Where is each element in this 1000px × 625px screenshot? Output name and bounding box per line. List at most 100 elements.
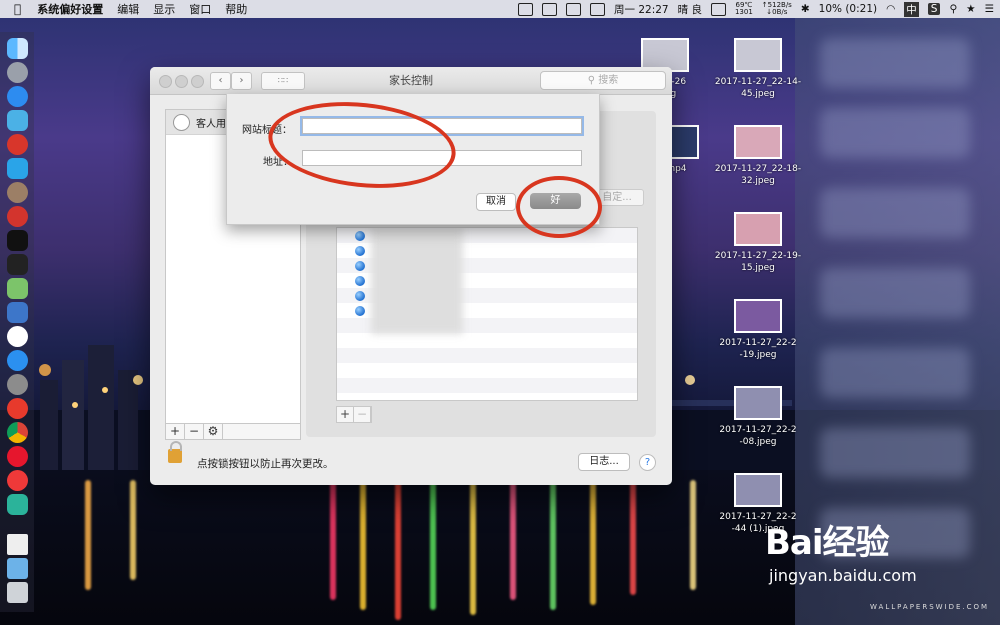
launchpad-icon[interactable]: [7, 62, 28, 83]
network-readout[interactable]: ↑512B/s ↓0B/s: [762, 2, 792, 16]
app-store-icon[interactable]: [7, 350, 28, 371]
blurred-item: [820, 108, 970, 158]
light-reflection: [130, 480, 136, 580]
spotlight-icon[interactable]: ⚲: [949, 3, 957, 15]
battery-text[interactable]: 10% (0:21): [819, 3, 877, 15]
logs-button[interactable]: 日志...: [578, 453, 630, 471]
window-titlebar[interactable]: ‹ › ∷∷ 家长控制 ⚲ 搜索: [150, 67, 672, 95]
light-reflection: [550, 480, 556, 610]
sogou-icon[interactable]: S: [927, 3, 941, 15]
help-button[interactable]: ?: [639, 454, 656, 471]
file-name: 2017-11-27_22-2 -08.jpeg: [719, 425, 797, 447]
menu-bar:  系统偏好设置 编辑 显示 窗口 帮助 周一 22:27 晴 良 69℃130…: [0, 0, 1000, 18]
table-row[interactable]: [337, 393, 637, 400]
file-thumbnail: [734, 212, 782, 246]
vivaldi-icon[interactable]: [7, 470, 28, 491]
user-avatar-icon: [173, 114, 190, 131]
desktop-file[interactable]: 2017-11-27_22-18- 32.jpeg: [713, 125, 803, 187]
system-preferences-icon[interactable]: [7, 374, 28, 395]
table-row[interactable]: [337, 363, 637, 378]
safari-icon[interactable]: [7, 86, 28, 107]
table-row[interactable]: [337, 348, 637, 363]
document-icon[interactable]: [7, 534, 28, 555]
search-icon: ⚲: [587, 75, 596, 86]
desktop-file[interactable]: 2017-11-27_22-19- 15.jpeg: [713, 212, 803, 274]
activity-monitor-icon[interactable]: [7, 230, 28, 251]
display-icon[interactable]: [566, 2, 582, 16]
photobooth-icon[interactable]: [7, 110, 28, 131]
desktop-file[interactable]: 2017-11-27_22-2 -19.jpeg: [713, 299, 803, 361]
input-method-indicator[interactable]: 中: [904, 1, 919, 17]
search-field[interactable]: ⚲ 搜索: [540, 71, 666, 90]
yandex-icon[interactable]: [7, 398, 28, 419]
finder-icon[interactable]: [7, 38, 28, 59]
globe-icon: [355, 246, 365, 256]
app-teal-icon[interactable]: [7, 494, 28, 515]
window-layout-icon[interactable]: [590, 2, 606, 16]
baidu-watermark: Bai经验 jingyan.baidu.com: [765, 515, 917, 585]
monitor-icon[interactable]: [542, 2, 558, 16]
annotation-oval-ok: [516, 176, 602, 238]
weather-text[interactable]: 晴 良: [678, 2, 702, 17]
gear-icon[interactable]: ⚙: [204, 424, 223, 439]
app-red-icon[interactable]: [7, 134, 28, 155]
globe-icon: [355, 261, 365, 271]
maps-icon[interactable]: [7, 278, 28, 299]
music-icon[interactable]: [7, 326, 28, 347]
weibo-icon[interactable]: [7, 446, 28, 467]
globe-icon: [355, 291, 365, 301]
add-user-button[interactable]: +: [166, 424, 185, 439]
wifi-icon[interactable]: ◠: [886, 3, 895, 15]
terminal-icon[interactable]: [7, 254, 28, 275]
fan-text: 1301: [734, 8, 753, 16]
file-thumbnail: [734, 38, 782, 72]
net-down-text: ↓0B/s: [766, 8, 788, 16]
status-area: 周一 22:27 晴 良 69℃ 1301 ↑512B/s ↓0B/s ✱ 10% …: [518, 0, 994, 18]
bluetooth-icon[interactable]: ✱: [801, 3, 810, 15]
apple-icon[interactable]: : [14, 2, 21, 16]
temp-fan-readout[interactable]: 69℃ 1301: [735, 2, 753, 16]
light-reflection: [630, 480, 636, 595]
star-icon[interactable]: ★: [966, 3, 975, 15]
trash-icon[interactable]: [7, 582, 28, 603]
lock-icon[interactable]: [168, 441, 182, 463]
blurred-item: [820, 38, 970, 88]
app-menu[interactable]: 系统偏好设置: [37, 1, 103, 17]
desktop-file[interactable]: 2017-11-27_22-2 -08.jpeg: [713, 386, 803, 448]
table-row[interactable]: [337, 333, 637, 348]
file-name: 2017-11-27_22-14- 45.jpeg: [714, 77, 802, 99]
remove-website-button[interactable]: −: [354, 407, 371, 422]
netease-icon[interactable]: [7, 206, 28, 227]
redacted-website-names: [371, 228, 463, 334]
website-list[interactable]: [336, 227, 638, 401]
notification-list-icon[interactable]: ☰: [985, 3, 994, 15]
chat-icon[interactable]: [710, 2, 726, 16]
light-reflection: [590, 480, 596, 605]
folder-icon[interactable]: [518, 2, 534, 16]
remove-user-button[interactable]: −: [185, 424, 204, 439]
light-reflection: [395, 480, 401, 620]
table-row[interactable]: [337, 378, 637, 393]
file-thumbnail: [734, 299, 782, 333]
blurred-item: [820, 268, 970, 318]
chrome-icon[interactable]: [7, 422, 28, 443]
menu-view[interactable]: 显示: [153, 1, 175, 17]
light-reflection: [430, 480, 436, 610]
sphere-app-icon[interactable]: [7, 182, 28, 203]
light-reflection: [360, 480, 366, 610]
blurred-item: [820, 428, 970, 478]
search-placeholder: 搜索: [598, 75, 619, 86]
menu-edit[interactable]: 编辑: [117, 1, 139, 17]
website-list-controls: + −: [336, 406, 372, 423]
menu-help[interactable]: 帮助: [225, 1, 247, 17]
light-reflection: [330, 480, 336, 600]
arrow-app-icon[interactable]: [7, 158, 28, 179]
downloads-folder-icon[interactable]: [7, 558, 28, 579]
migration-icon[interactable]: [7, 302, 28, 323]
clock-text[interactable]: 周一 22:27: [614, 2, 669, 17]
globe-icon: [355, 276, 365, 286]
cancel-button[interactable]: 取消: [476, 193, 516, 211]
menu-window[interactable]: 窗口: [189, 1, 211, 17]
add-website-button[interactable]: +: [337, 407, 354, 422]
desktop-file[interactable]: 2017-11-27_22-14- 45.jpeg: [713, 38, 803, 100]
